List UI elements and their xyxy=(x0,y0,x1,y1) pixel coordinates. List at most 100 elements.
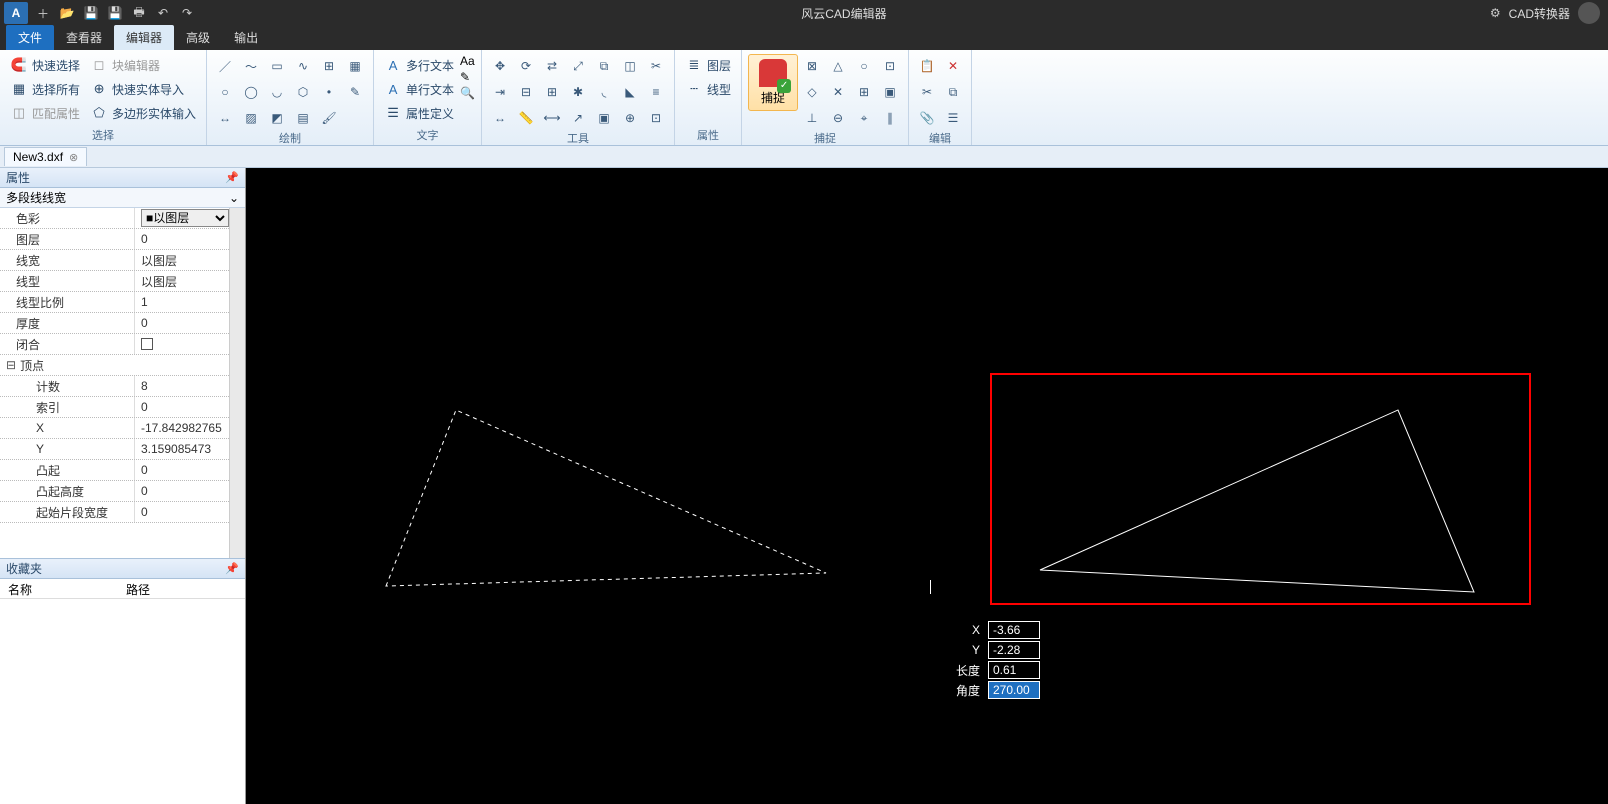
properties-scrollbar[interactable] xyxy=(229,208,245,558)
doc-tab[interactable]: New3.dxf ⊗ xyxy=(4,147,87,166)
scale-icon[interactable]: ⤢ xyxy=(566,54,590,78)
insert-icon[interactable]: ⊕ xyxy=(618,106,642,130)
hatch-icon[interactable]: ▦ xyxy=(343,54,367,78)
snap-mid-icon[interactable]: △ xyxy=(826,54,850,78)
snap-big-button[interactable]: 捕捉 xyxy=(748,54,798,111)
new-icon[interactable]: ＋ xyxy=(32,2,54,24)
prop-x-value[interactable]: -17.842982765 xyxy=(134,418,229,438)
fav-col-name[interactable]: 名称 xyxy=(0,579,118,598)
snap-tan-icon[interactable]: ⊖ xyxy=(826,106,850,130)
saveas-icon[interactable]: 💾 xyxy=(104,2,126,24)
attrdef-button[interactable]: ☰属性定义 xyxy=(380,102,458,124)
checkbox-icon[interactable] xyxy=(141,338,153,350)
region-icon[interactable]: ◩ xyxy=(265,106,289,130)
snap-ins-icon[interactable]: ▣ xyxy=(878,80,902,104)
point-icon[interactable]: • xyxy=(317,80,341,104)
undo-icon[interactable]: ↶ xyxy=(152,2,174,24)
edit-clip-icon[interactable]: 📎 xyxy=(915,106,939,130)
quick-entity-import-button[interactable]: ⊕快速实体导入 xyxy=(86,78,200,100)
select-all-button[interactable]: ▦选择所有 xyxy=(6,78,84,100)
explode-icon[interactable]: ✱ xyxy=(566,80,590,104)
snap-end-icon[interactable]: ⊠ xyxy=(800,54,824,78)
prop-closed-value[interactable] xyxy=(134,334,229,354)
polyline-icon[interactable]: 〜 xyxy=(239,54,263,78)
drawing-canvas[interactable]: X-3.66 Y-2.28 长度0.61 角度270.00 xyxy=(246,168,1608,804)
tab-output[interactable]: 输出 xyxy=(222,25,270,50)
favorites-pin-icon[interactable]: 📌 xyxy=(225,562,239,575)
doc-tab-close-icon[interactable]: ⊗ xyxy=(69,151,78,164)
rotate-icon[interactable]: ⟳ xyxy=(514,54,538,78)
text-button[interactable]: A单行文本 xyxy=(380,78,458,100)
spline-icon[interactable]: ∿ xyxy=(291,54,315,78)
converter-link[interactable]: CAD转换器 xyxy=(1509,5,1570,22)
gear-icon[interactable]: ⚙ xyxy=(1490,6,1501,20)
block2-icon[interactable]: ▣ xyxy=(592,106,616,130)
prop-y-value[interactable]: 3.159085473 xyxy=(134,439,229,459)
prop-count-value[interactable]: 8 xyxy=(134,376,229,396)
properties-type-dropdown[interactable]: 多段线线宽 ⌄ xyxy=(0,188,245,208)
table-icon[interactable]: ▤ xyxy=(291,106,315,130)
ellipse-icon[interactable]: ◯ xyxy=(239,80,263,104)
break-icon[interactable]: ⊟ xyxy=(514,80,538,104)
array-icon[interactable]: ⊞ xyxy=(317,54,341,78)
fill-icon[interactable]: ▨ xyxy=(239,106,263,130)
edit-cut-icon[interactable]: ✂ xyxy=(915,80,939,104)
measure-icon[interactable]: 📏 xyxy=(514,106,538,130)
prop-layer-value[interactable]: 0 xyxy=(134,229,229,249)
align-icon[interactable]: ≡ xyxy=(644,80,668,104)
prop-bulge-value[interactable]: 0 xyxy=(134,460,229,480)
circle-icon[interactable]: ○ xyxy=(213,80,237,104)
save-icon[interactable]: 💾 xyxy=(80,2,102,24)
paint-icon[interactable]: 🖌 xyxy=(317,106,341,130)
move-icon[interactable]: ✥ xyxy=(488,54,512,78)
prop-startw-value[interactable]: 0 xyxy=(134,502,229,522)
tab-file[interactable]: 文件 xyxy=(6,25,54,50)
snap-perp-icon[interactable]: ⊥ xyxy=(800,106,824,130)
coord-ang-input[interactable]: 270.00 xyxy=(988,681,1040,699)
prop-index-value[interactable]: 0 xyxy=(134,397,229,417)
chamfer-icon[interactable]: ◣ xyxy=(618,80,642,104)
leader-icon[interactable]: ↗ xyxy=(566,106,590,130)
extend-icon[interactable]: ⇥ xyxy=(488,80,512,104)
offset-icon[interactable]: ◫ xyxy=(618,54,642,78)
prop-lt-value[interactable]: 以图层 xyxy=(134,271,229,291)
quick-select-button[interactable]: 🧲快速选择 xyxy=(6,54,84,76)
xline-icon[interactable]: ↔ xyxy=(213,106,237,130)
edit-paste-icon[interactable]: 📋 xyxy=(915,54,939,78)
edit-delete-icon[interactable]: ✕ xyxy=(941,54,965,78)
stretch-icon[interactable]: ↔ xyxy=(488,106,512,130)
tab-viewer[interactable]: 查看器 xyxy=(54,25,114,50)
tab-editor[interactable]: 编辑器 xyxy=(114,25,174,50)
linetype-button[interactable]: ┄线型 xyxy=(681,78,735,100)
textedit-icon[interactable]: ✎ xyxy=(460,70,475,84)
print-icon[interactable]: 🖶 xyxy=(128,2,150,24)
rect-icon[interactable]: ▭ xyxy=(265,54,289,78)
snap-quad-icon[interactable]: ◇ xyxy=(800,80,824,104)
snap-node-icon[interactable]: ⊡ xyxy=(878,54,902,78)
coord-x-input[interactable]: -3.66 xyxy=(988,621,1040,639)
copy-icon[interactable]: ⧉ xyxy=(592,54,616,78)
prop-ltscale-value[interactable]: 1 xyxy=(134,292,229,312)
block-editor-button[interactable]: ◻块编辑器 xyxy=(86,54,200,76)
polygon-entity-input-button[interactable]: ⬠多边形实体输入 xyxy=(86,102,200,124)
snap-int-icon[interactable]: ✕ xyxy=(826,80,850,104)
layer-button[interactable]: ≣图层 xyxy=(681,54,735,76)
redo-icon[interactable]: ↷ xyxy=(176,2,198,24)
dim-icon[interactable]: ⟷ xyxy=(540,106,564,130)
prop-bulgeh-value[interactable]: 0 xyxy=(134,481,229,501)
mtext-button[interactable]: A多行文本 xyxy=(380,54,458,76)
open-icon[interactable]: 📂 xyxy=(56,2,78,24)
pin-icon[interactable]: 📌 xyxy=(225,171,239,184)
match-props-button[interactable]: ◫匹配属性 xyxy=(6,102,84,124)
brush-icon[interactable]: ✎ xyxy=(343,80,367,104)
polygon2-icon[interactable]: ⬡ xyxy=(291,80,315,104)
prop-color-value[interactable]: ■以图层 xyxy=(134,208,229,228)
arc-icon[interactable]: ◡ xyxy=(265,80,289,104)
snap-par-icon[interactable]: ∥ xyxy=(878,106,902,130)
snap-near-icon[interactable]: ⌖ xyxy=(852,106,876,130)
trim-icon[interactable]: ✂ xyxy=(644,54,668,78)
find-icon[interactable]: 🔍 xyxy=(460,86,475,100)
mirror-icon[interactable]: ⇄ xyxy=(540,54,564,78)
join-icon[interactable]: ⊞ xyxy=(540,80,564,104)
prop-vertex-section[interactable]: 顶点 xyxy=(0,355,229,375)
